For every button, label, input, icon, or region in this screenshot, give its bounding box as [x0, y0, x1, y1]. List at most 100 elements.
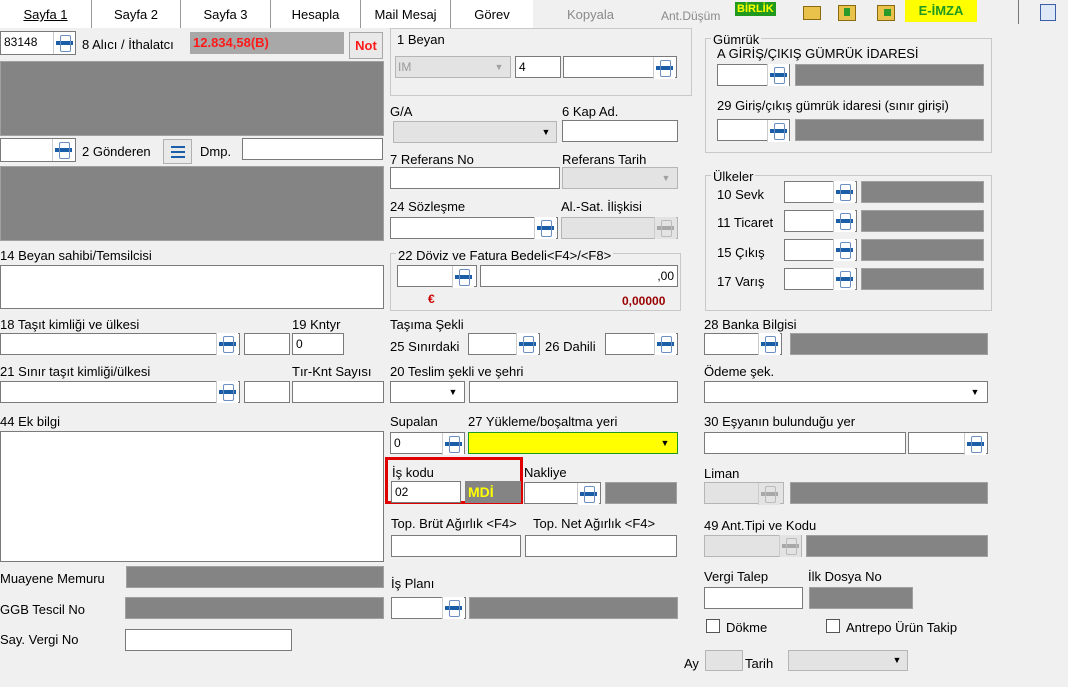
tab-sayfa-2[interactable]: Sayfa 2 [92, 0, 181, 28]
birlik-label: BİRLİK [737, 3, 774, 15]
sozlesme-lookup-button[interactable] [534, 217, 556, 239]
mail-mesaj-label: Mail Mesaj [374, 7, 437, 22]
esya-lookup-button[interactable] [964, 433, 986, 455]
tab-sayfa-1-label: Sayfa 1 [23, 7, 68, 22]
hesapla-button[interactable]: Hesapla [271, 0, 361, 28]
antrepo-label: Antrepo Ürün Takip [846, 620, 958, 635]
tab-sayfa-2-label: Sayfa 2 [113, 7, 159, 22]
tasit-country-input[interactable] [244, 333, 290, 355]
beyan-sahibi-input[interactable] [0, 265, 384, 309]
tab-sayfa-3[interactable]: Sayfa 3 [181, 0, 271, 28]
is-kodu-input[interactable]: 02 [391, 481, 461, 503]
banka-lookup-button[interactable] [758, 333, 780, 355]
sinirdaki-lookup-button[interactable] [516, 333, 538, 355]
kopyala-button[interactable]: Kopyala [567, 7, 614, 22]
e-imza-button[interactable]: E-İMZA [905, 0, 977, 22]
tir-knt-input[interactable] [292, 381, 384, 403]
beyan-lookup-button[interactable] [653, 57, 675, 79]
toolbar-divider [1018, 0, 1019, 24]
dmp-input[interactable] [242, 138, 383, 160]
banka-label: 28 Banka Bilgisi [704, 317, 797, 332]
sozlesme-label: 24 Sözleşme [390, 199, 466, 214]
al-sat-lookup-button[interactable] [654, 217, 676, 239]
teslim-label: 20 Teslim şekli ve şehri [390, 364, 524, 379]
ant-tipi-lookup-button[interactable] [779, 535, 801, 557]
birlik-button[interactable]: BİRLİK [735, 2, 776, 16]
gonderen-label: 2 Gönderen [82, 144, 151, 159]
beyan-label: 1 Beyan [397, 32, 445, 47]
gorev-button[interactable]: Görev [451, 0, 533, 28]
sinir-tasit-lookup-button[interactable] [216, 381, 238, 403]
tasit-input[interactable] [0, 333, 240, 355]
tasit-label: 18 Taşıt kimliği ve ülkesi [0, 317, 140, 332]
euro-symbol: € [428, 292, 435, 306]
cikis-lookup-button[interactable] [833, 239, 855, 261]
sinir-tasit-input[interactable] [0, 381, 240, 403]
antrepo-checkbox[interactable] [826, 619, 840, 633]
supalan-lookup-button[interactable] [442, 433, 464, 455]
ticaret-label: 11 Ticaret [717, 215, 774, 230]
vergi-talep-input[interactable] [704, 587, 803, 609]
brut-input[interactable] [391, 535, 521, 557]
varis-lookup-button[interactable] [833, 268, 855, 290]
tab-sayfa-1[interactable]: Sayfa 1 [0, 0, 92, 28]
sinir-tasit-label: 21 Sınır taşıt kimliği/ülkesi [0, 364, 151, 379]
giris-cikis-lookup-button[interactable] [767, 64, 789, 86]
dahili-lookup-button[interactable] [654, 333, 676, 355]
folder-export-icon[interactable] [877, 5, 895, 21]
liman-name-field [790, 482, 988, 504]
sevk-lookup-button[interactable] [833, 181, 855, 203]
ay-input[interactable] [705, 650, 743, 671]
kntyr-value: 0 [296, 337, 303, 351]
kap-label: 6 Kap Ad. [562, 104, 619, 119]
alici-lookup-button[interactable] [53, 32, 75, 54]
giris-cikis-label: A GİRİŞ/ÇIKIŞ GÜMRÜK İDARESİ [717, 46, 919, 61]
ga-select[interactable] [393, 121, 557, 143]
doviz-lookup-button[interactable] [452, 266, 474, 288]
sinir-country-input[interactable] [244, 381, 290, 403]
referans-tarih-label: Referans Tarih [562, 152, 647, 167]
mail-mesaj-button[interactable]: Mail Mesaj [361, 0, 451, 28]
tasit-lookup-button[interactable] [216, 333, 238, 355]
kntyr-input[interactable]: 0 [292, 333, 344, 355]
gonderen-lookup-button[interactable] [52, 139, 74, 161]
yukleme-select[interactable] [468, 432, 678, 454]
muayene-field [126, 566, 384, 588]
teslim-sehir-input[interactable] [469, 381, 678, 403]
ga-chevron-down-icon: ▼ [541, 127, 551, 137]
open-folder-icon[interactable] [803, 6, 821, 20]
dahili-label: 26 Dahili [545, 339, 596, 354]
liman-lookup-button[interactable] [758, 483, 780, 505]
supalan-label: Supalan [390, 414, 438, 429]
alici-label: 8 Alıcı / İthalatcı [82, 37, 174, 52]
say-vergi-input[interactable] [125, 629, 292, 651]
list-icon[interactable] [163, 139, 192, 164]
not-button[interactable]: Not [349, 32, 383, 59]
tasima-label: Taşıma Şekli [390, 317, 464, 332]
search-document-icon[interactable] [1040, 4, 1056, 21]
beyan-num-input[interactable]: 4 [515, 56, 561, 78]
ek-bilgi-textarea[interactable] [0, 431, 384, 562]
dokme-checkbox[interactable] [706, 619, 720, 633]
ilk-dosya-field [809, 587, 913, 609]
tarih-label: Tarih [745, 656, 774, 671]
ticaret-lookup-button[interactable] [833, 210, 855, 232]
net-input[interactable] [525, 535, 677, 557]
nakliye-detail-field [605, 482, 677, 504]
folder-up-icon[interactable] [838, 5, 856, 21]
odeme-select[interactable] [704, 381, 988, 403]
kap-input[interactable] [562, 120, 678, 142]
is-plani-detail-field [469, 597, 678, 619]
sozlesme-input[interactable] [390, 217, 558, 239]
beyan-sahibi-label: 14 Beyan sahibi/Temsilcisi [0, 248, 152, 263]
doviz-amount-input[interactable]: ,00 [480, 265, 678, 287]
referans-input[interactable] [390, 167, 560, 189]
is-plani-lookup-button[interactable] [442, 597, 464, 619]
esya-input[interactable] [704, 432, 906, 454]
yukleme-chevron-down-icon: ▼ [660, 438, 670, 448]
giris-lookup-button[interactable] [767, 120, 789, 142]
nakliye-lookup-button[interactable] [577, 483, 599, 505]
ant-tipi-name-field [806, 535, 988, 557]
ant-dusum-button[interactable]: Ant.Düşüm [661, 9, 720, 23]
odeme-chevron-down-icon: ▼ [970, 387, 980, 397]
